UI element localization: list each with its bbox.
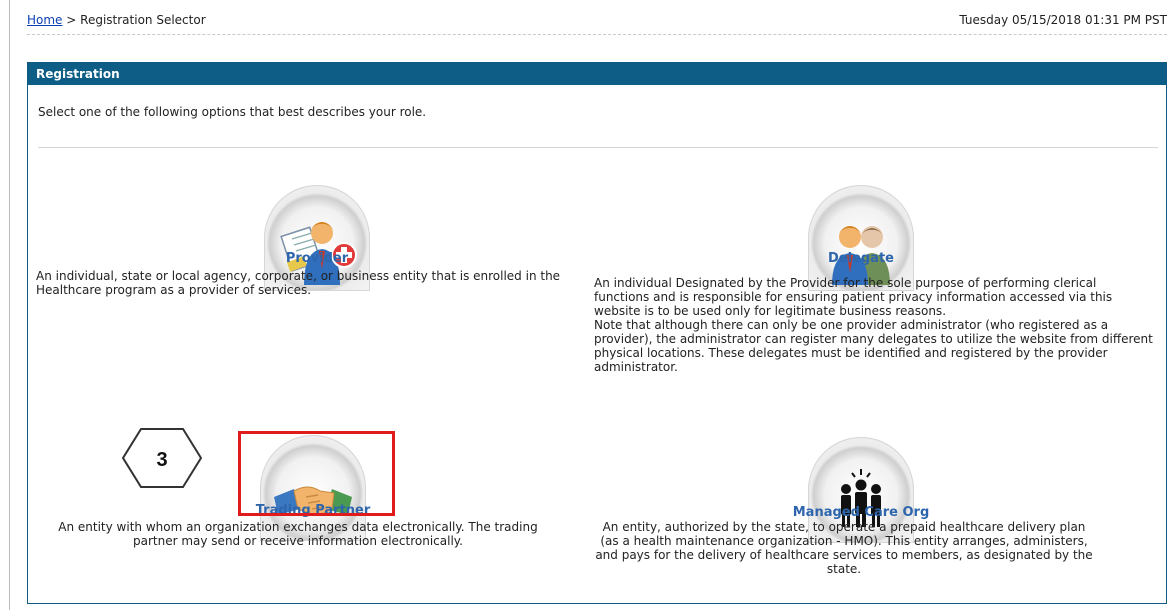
panel-title: Registration	[28, 63, 1166, 85]
top-bar: Home > Registration Selector Tuesday 05/…	[27, 10, 1167, 35]
delegate-label[interactable]: Delegate	[791, 251, 931, 266]
provider-description: An individual, state or local agency, co…	[36, 269, 561, 297]
divider	[38, 147, 1158, 148]
left-border	[9, 0, 10, 610]
managed-care-org-label[interactable]: Managed Care Org	[791, 505, 931, 520]
registration-panel: Registration Select one of the following…	[27, 62, 1167, 604]
step-marker: 3	[121, 427, 203, 489]
intro-text: Select one of the following options that…	[38, 105, 427, 119]
trading-partner-label[interactable]: Trading Partner	[243, 503, 383, 518]
managed-care-org-description: An entity, authorized by the state, to o…	[595, 520, 1093, 576]
breadcrumb-current: Registration Selector	[80, 13, 206, 27]
breadcrumb: Home > Registration Selector	[27, 13, 206, 27]
step-number: 3	[156, 449, 167, 471]
provider-label[interactable]: Provider	[247, 251, 387, 266]
delegate-description: An individual Designated by the Provider…	[594, 276, 1154, 374]
breadcrumb-home-link[interactable]: Home	[27, 13, 62, 27]
delegate-description-text: An individual Designated by the Provider…	[594, 276, 1153, 374]
breadcrumb-separator: >	[66, 13, 77, 27]
trading-partner-description: An entity with whom an organization exch…	[58, 520, 538, 548]
date-time-stamp: Tuesday 05/15/2018 01:31 PM PST	[959, 13, 1167, 27]
